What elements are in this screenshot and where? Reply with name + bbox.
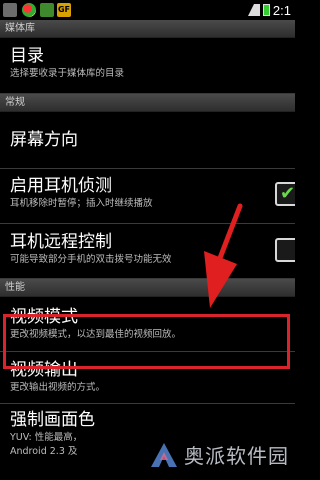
status-bar: GF 2:1	[0, 0, 295, 20]
setting-headset-remote[interactable]: 耳机远程控制 可能导致部分手机的双击拨号功能无效	[0, 224, 295, 279]
setting-title: 视频输出	[10, 360, 78, 380]
category-header-media: 媒体库	[0, 20, 295, 38]
headset-detection-checkbox[interactable]: ✔	[275, 182, 295, 206]
app-notification-icon	[22, 3, 36, 17]
headset-remote-checkbox[interactable]	[275, 238, 295, 262]
setting-summary: 更改输出视频的方式。	[10, 382, 106, 393]
settings-list: 媒体库 目录 选择要收录于媒体库的目录 常规 屏幕方向 启用耳机侦测 耳机移除时…	[0, 20, 295, 464]
setting-title: 启用耳机侦测	[10, 176, 112, 196]
shield-icon	[40, 3, 54, 17]
setting-title: 视频模式	[10, 307, 78, 327]
setting-screen-orientation[interactable]: 屏幕方向	[0, 112, 295, 169]
setting-summary: 可能导致部分手机的双击拨号功能无效	[10, 254, 172, 265]
setting-title: 目录	[10, 46, 44, 66]
watermark-text: 奥派软件园	[184, 444, 289, 468]
category-header-general: 常规	[0, 94, 295, 112]
setting-video-mode[interactable]: 视频模式 更改视频模式，以达到最佳的视频回放。	[0, 297, 295, 352]
setting-summary: 选择要收录于媒体库的目录	[10, 68, 125, 79]
battery-icon	[262, 4, 270, 16]
setting-summary: 更改视频模式，以达到最佳的视频回放。	[10, 329, 182, 340]
signal-icon	[247, 4, 260, 16]
setting-title: 强制画面色	[10, 410, 95, 430]
setting-headset-detection[interactable]: 启用耳机侦测 耳机移除时暂停；插入时继续播放 ✔	[0, 169, 295, 224]
setting-title: 耳机远程控制	[10, 232, 112, 252]
watermark-logo-icon	[151, 442, 177, 467]
setting-summary: 耳机移除时暂停；插入时继续播放	[10, 198, 153, 209]
category-header-performance: 性能	[0, 279, 295, 297]
setting-video-output[interactable]: 视频输出 更改输出视频的方式。	[0, 352, 295, 404]
app-badge-icon: GF	[57, 3, 71, 17]
check-icon: ✔	[280, 183, 295, 204]
clock: 2:1	[272, 2, 291, 18]
setting-title: 屏幕方向	[10, 130, 78, 150]
notification-icon	[3, 3, 17, 17]
setting-directory[interactable]: 目录 选择要收录于媒体库的目录	[0, 38, 295, 94]
watermark: 奥派软件园	[150, 440, 289, 469]
